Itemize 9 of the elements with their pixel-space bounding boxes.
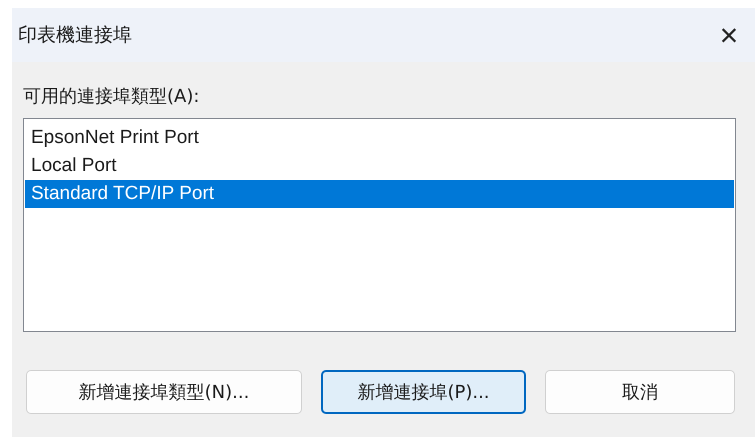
window-title: 印表機連接埠: [18, 23, 132, 48]
dialog-button[interactable]: 取消: [545, 370, 735, 414]
list-item[interactable]: EpsonNet Print Port: [25, 124, 734, 152]
close-button[interactable]: ×: [709, 15, 749, 55]
dialog-button[interactable]: 新增連接埠(P)...: [321, 370, 526, 414]
dialog-button[interactable]: 新增連接埠類型(N)...: [26, 370, 302, 414]
list-label: 可用的連接埠類型(A):: [23, 85, 200, 108]
list-item[interactable]: Local Port: [25, 152, 734, 180]
list-item[interactable]: Standard TCP/IP Port: [25, 180, 734, 208]
